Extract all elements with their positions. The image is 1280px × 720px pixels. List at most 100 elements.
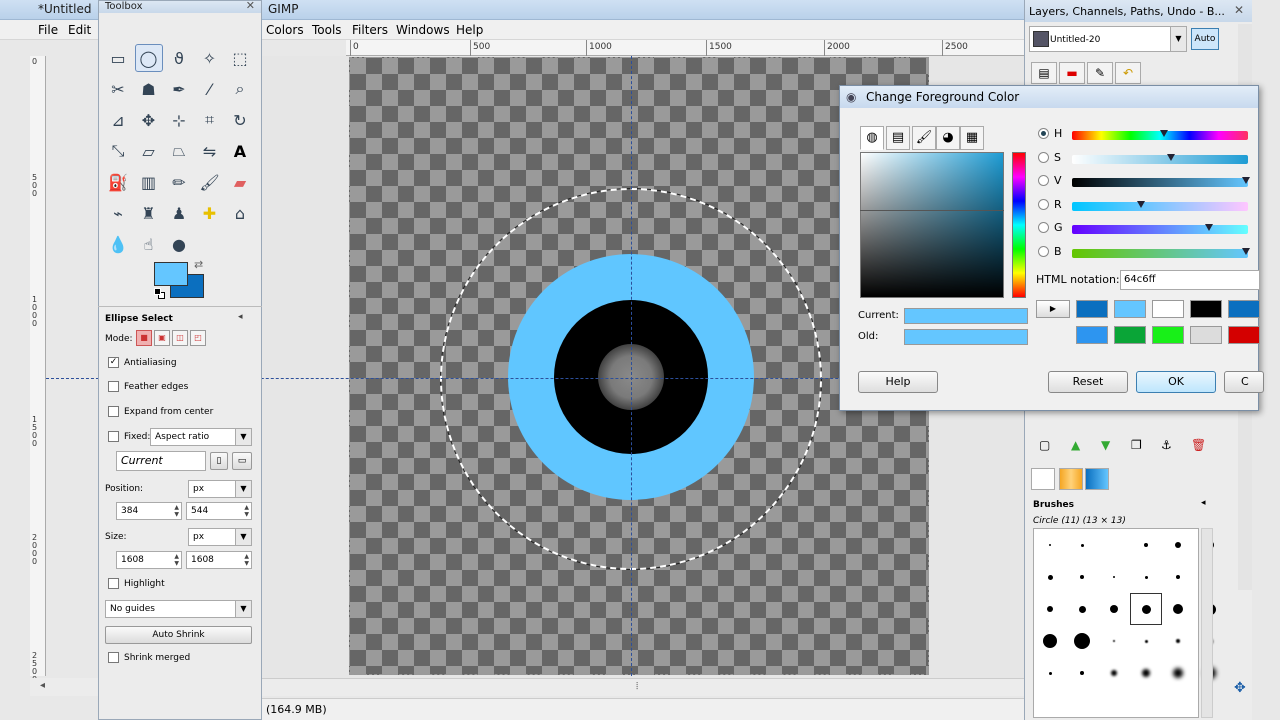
layers-tab-icon[interactable]: ▤ bbox=[1031, 62, 1057, 84]
navigate-icon[interactable]: ✥ bbox=[1234, 680, 1246, 696]
ink-icon[interactable]: ♜ bbox=[135, 199, 163, 227]
lock-icon[interactable]: ▯ bbox=[210, 452, 228, 470]
current-field[interactable]: Current bbox=[116, 451, 206, 471]
hue-strip[interactable] bbox=[1012, 152, 1026, 298]
paths-icon[interactable]: ✒ bbox=[165, 75, 193, 103]
brush-cell[interactable] bbox=[1130, 529, 1162, 561]
anchor-icon[interactable]: ⚓ bbox=[1161, 438, 1172, 452]
brush-grid[interactable] bbox=[1033, 528, 1216, 718]
expand-checkbox[interactable] bbox=[108, 406, 119, 417]
cancel-button[interactable]: C bbox=[1224, 371, 1264, 393]
menu-edit[interactable]: Edit bbox=[68, 23, 91, 37]
brush-cell[interactable] bbox=[1098, 529, 1130, 561]
brush-cell[interactable] bbox=[1066, 561, 1098, 593]
menu-file[interactable]: File bbox=[38, 23, 58, 37]
swap-colors-icon[interactable]: ⇄ bbox=[194, 258, 203, 271]
color-picker-icon[interactable]: ⁄ bbox=[196, 75, 224, 103]
brush-cell[interactable] bbox=[1098, 657, 1130, 689]
slider-thumb[interactable] bbox=[1160, 130, 1169, 137]
brush-cell[interactable] bbox=[1066, 625, 1098, 657]
size-w-field[interactable]: 1608 ▲ ▼ bbox=[116, 551, 182, 569]
dodge-burn-icon[interactable]: ● bbox=[165, 230, 193, 258]
cmyk-tab-icon[interactable]: ▤ bbox=[886, 126, 910, 150]
size-h-field[interactable]: 1608 ▲ ▼ bbox=[186, 551, 252, 569]
shear-icon[interactable]: ▱ bbox=[135, 137, 163, 165]
brush-cell[interactable] bbox=[1034, 625, 1066, 657]
history-swatch[interactable] bbox=[1190, 326, 1222, 344]
slider-bar-s[interactable] bbox=[1072, 153, 1248, 164]
brush-cell[interactable] bbox=[1162, 561, 1194, 593]
duplicate-layer-icon[interactable]: ❐ bbox=[1131, 438, 1142, 452]
mode-intersect-button[interactable]: ◰ bbox=[190, 330, 206, 346]
position-x-field[interactable]: 384 ▲ ▼ bbox=[116, 502, 182, 520]
brush-cell[interactable] bbox=[1066, 593, 1098, 625]
by-color-select-icon[interactable]: ⬚ bbox=[226, 44, 254, 72]
highlight-checkbox[interactable] bbox=[108, 578, 119, 589]
brush-scrollbar[interactable] bbox=[1201, 528, 1213, 718]
wheel-tab-icon[interactable]: ◕ bbox=[936, 126, 960, 150]
vertical-ruler[interactable]: 0 500 1000 1500 2000 2500 bbox=[30, 56, 46, 684]
raise-layer-icon[interactable]: ▲ bbox=[1071, 438, 1080, 452]
position-unit-combo[interactable]: px ▼ bbox=[188, 480, 252, 498]
saturation-value-square[interactable] bbox=[860, 152, 1004, 298]
scroll-left-icon[interactable]: ◂ bbox=[40, 680, 45, 691]
slider-bar-r[interactable] bbox=[1072, 200, 1248, 211]
channels-tab-icon[interactable]: ▬ bbox=[1059, 62, 1085, 84]
brush-cell[interactable] bbox=[1066, 657, 1098, 689]
auto-button[interactable]: Auto bbox=[1191, 28, 1219, 50]
horizontal-scrollbar[interactable]: ⦙ bbox=[262, 678, 1028, 696]
brush-cell[interactable] bbox=[1098, 625, 1130, 657]
scissors-icon[interactable]: ✂ bbox=[104, 75, 132, 103]
help-button[interactable]: Help bbox=[858, 371, 938, 393]
reset-button[interactable]: Reset bbox=[1048, 371, 1128, 393]
pencil-icon[interactable]: ✏ bbox=[165, 168, 193, 196]
fuzzy-select-icon[interactable]: ✧ bbox=[196, 44, 224, 72]
smudge-icon[interactable]: ☝ bbox=[135, 230, 163, 258]
history-swatch[interactable] bbox=[1114, 300, 1146, 318]
menu-windows[interactable]: Windows bbox=[396, 23, 450, 37]
menu-colors[interactable]: Colors bbox=[266, 23, 304, 37]
text-icon[interactable]: A bbox=[226, 137, 254, 165]
slider-bar-v[interactable] bbox=[1072, 177, 1250, 187]
gradients-tab-icon[interactable] bbox=[1085, 468, 1109, 490]
watercolor-tab-icon[interactable]: 🖌 bbox=[912, 126, 936, 150]
bucket-fill-icon[interactable]: ⛽ bbox=[104, 168, 132, 196]
paths-tab-icon[interactable]: ✎ bbox=[1087, 62, 1113, 84]
foreground-color-swatch[interactable] bbox=[154, 262, 188, 286]
spin-icon[interactable]: ▲ ▼ bbox=[244, 553, 249, 567]
lasso-icon[interactable]: ϑ bbox=[165, 44, 193, 72]
dock-menu-icon[interactable]: ◂ bbox=[238, 312, 243, 322]
brush-cell[interactable] bbox=[1162, 593, 1194, 625]
history-swatch[interactable] bbox=[1190, 300, 1222, 318]
flip-icon[interactable]: ⇋ bbox=[196, 137, 224, 165]
rotate-icon[interactable]: ↻ bbox=[226, 106, 254, 134]
brush-cell[interactable] bbox=[1130, 657, 1162, 689]
spin-icon[interactable]: ▲ ▼ bbox=[244, 504, 249, 518]
scale-icon[interactable]: ⤡ bbox=[104, 137, 132, 165]
perspective-icon[interactable]: ⏢ bbox=[165, 137, 193, 165]
brush-cell[interactable] bbox=[1162, 625, 1194, 657]
history-swatch[interactable] bbox=[1076, 326, 1108, 344]
history-swatch[interactable] bbox=[1228, 300, 1260, 318]
history-swatch[interactable] bbox=[1152, 326, 1184, 344]
brush-cell[interactable] bbox=[1130, 625, 1162, 657]
brushes-tab-icon[interactable] bbox=[1031, 468, 1055, 490]
dialog-title[interactable]: Change Foreground Color bbox=[840, 86, 1258, 108]
mode-subtract-button[interactable]: ◫ bbox=[172, 330, 188, 346]
gimp-selector-tab-icon[interactable]: ◍ bbox=[860, 126, 884, 150]
undo-tab-icon[interactable]: ↶ bbox=[1115, 62, 1141, 84]
slider-thumb[interactable] bbox=[1167, 153, 1176, 161]
perspective-clone-icon[interactable]: ⌂ bbox=[226, 199, 254, 227]
align-icon[interactable]: ⊹ bbox=[165, 106, 193, 134]
ellipse-select-icon[interactable]: ◯ bbox=[134, 44, 163, 72]
blend-icon[interactable]: ▥ bbox=[135, 168, 163, 196]
fixed-combo[interactable]: Aspect ratio ▼ bbox=[150, 428, 252, 446]
auto-shrink-button[interactable]: Auto Shrink bbox=[105, 626, 252, 644]
radio-g[interactable] bbox=[1038, 222, 1049, 233]
foreground-select-icon[interactable]: ☗ bbox=[135, 75, 163, 103]
move-icon[interactable]: ✥ bbox=[135, 106, 163, 134]
dock-menu-icon[interactable]: ◂ bbox=[1201, 498, 1206, 508]
add-to-history-icon[interactable]: ▶ bbox=[1036, 300, 1070, 318]
feather-checkbox[interactable] bbox=[108, 381, 119, 392]
fixed-checkbox[interactable] bbox=[108, 431, 119, 442]
